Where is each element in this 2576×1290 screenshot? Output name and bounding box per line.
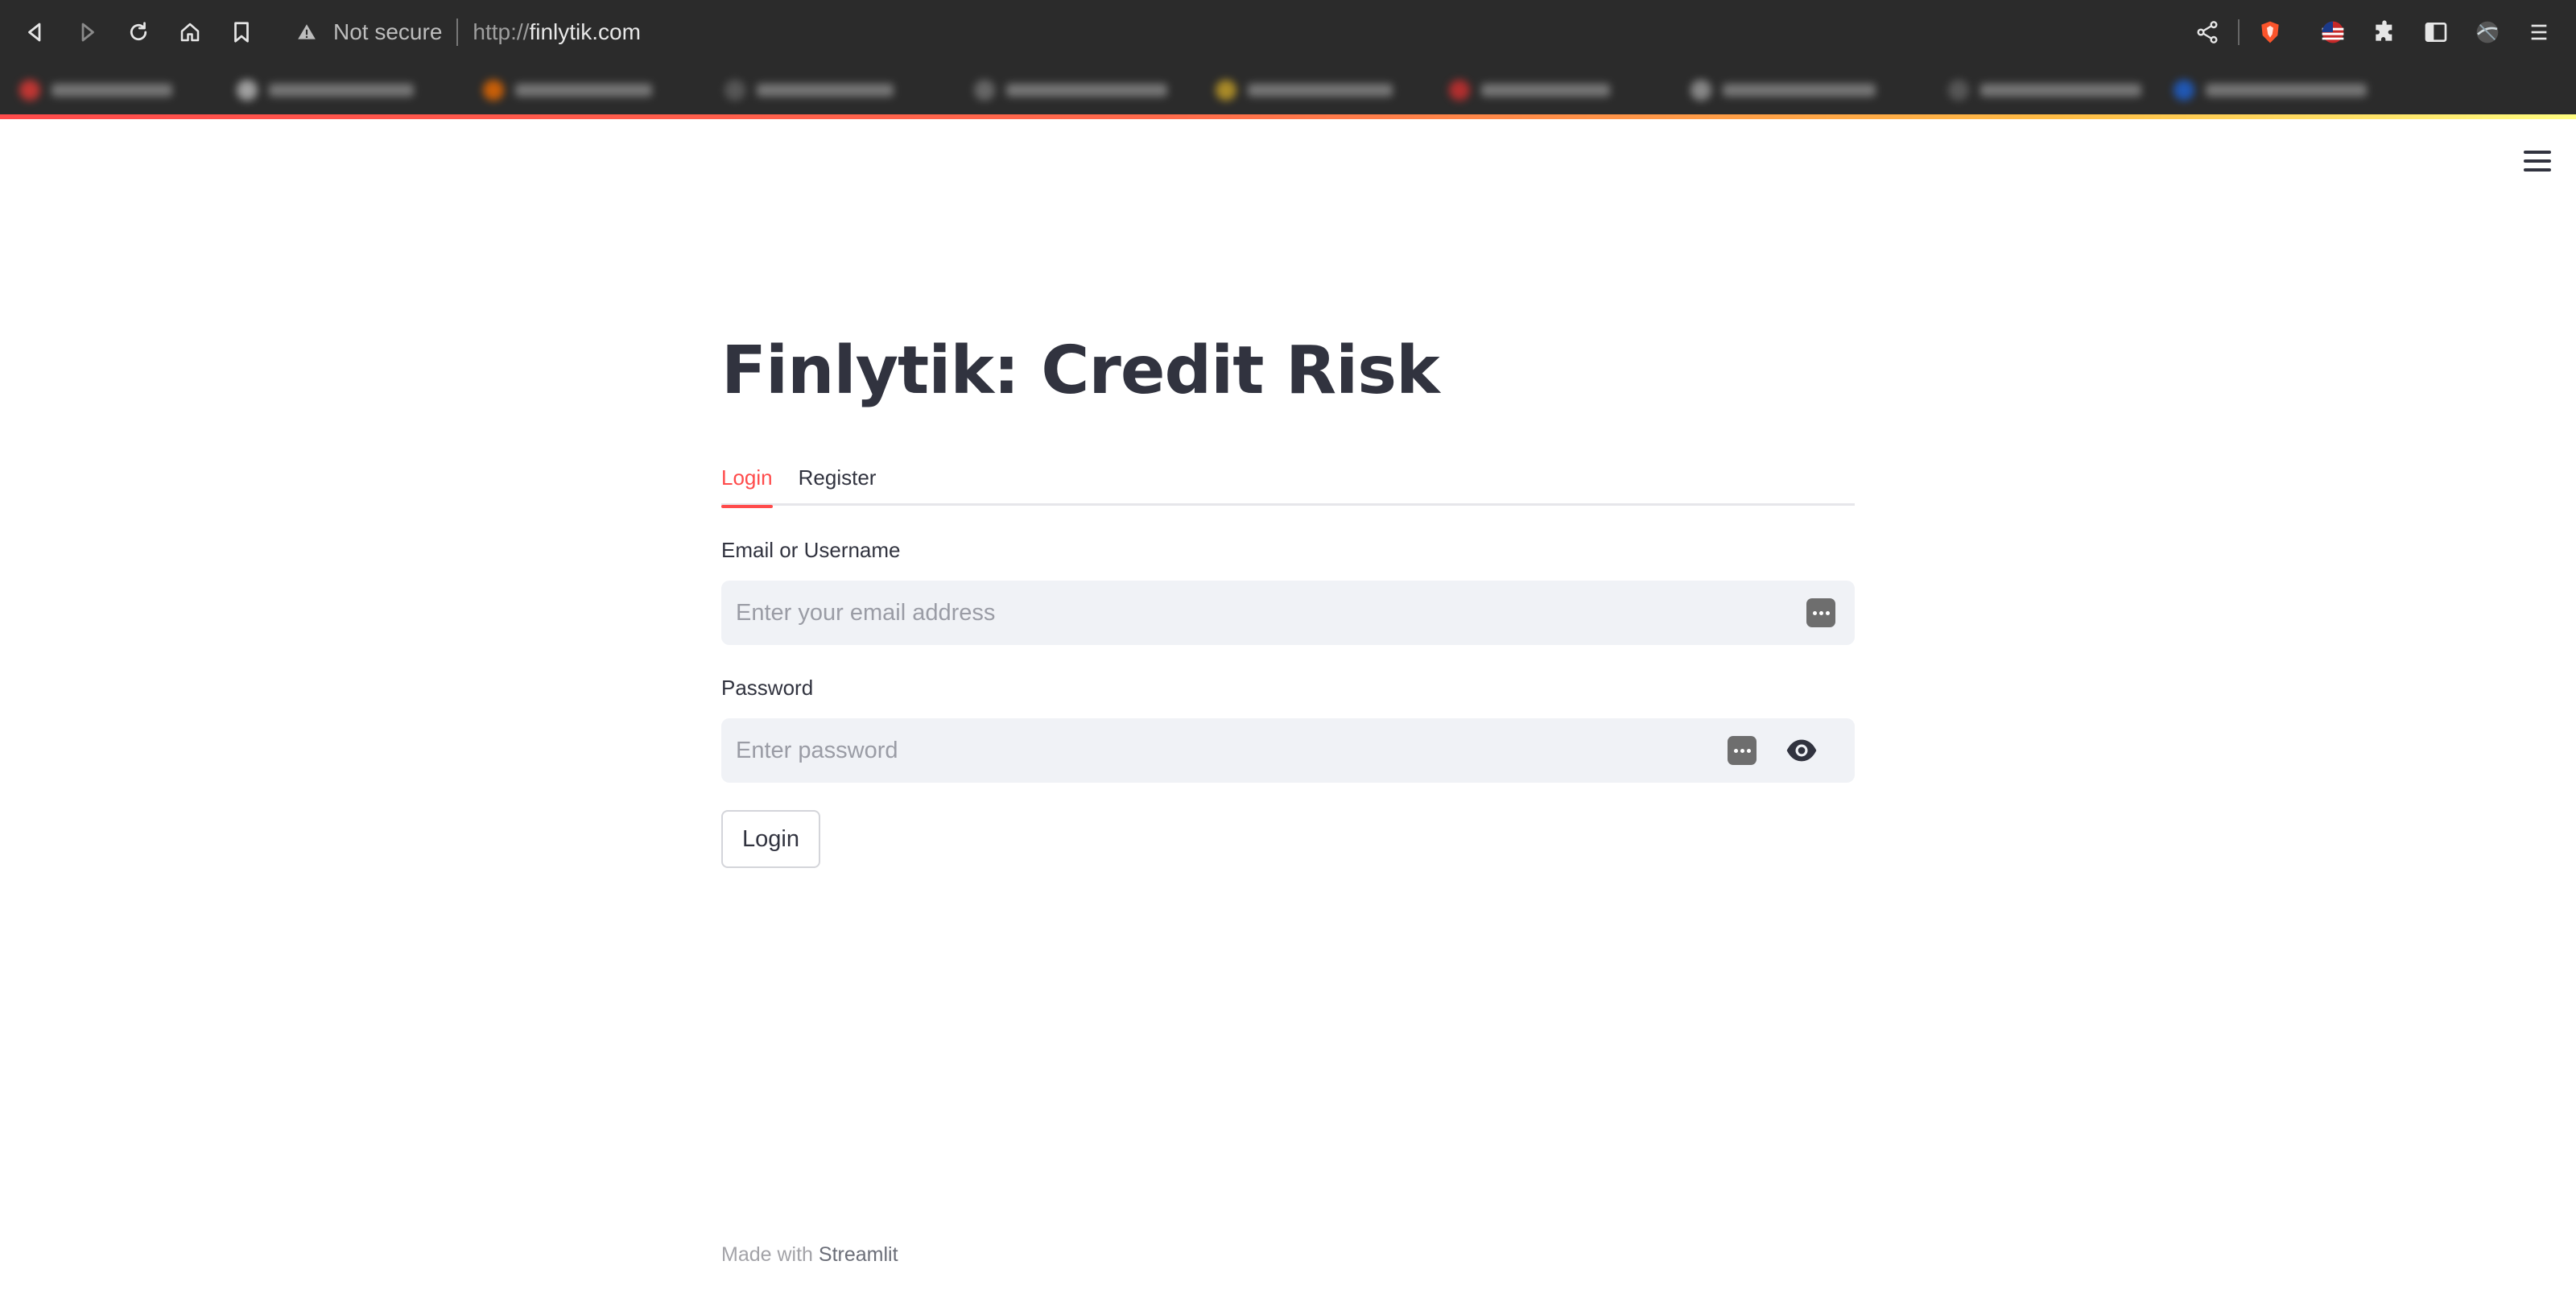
reload-icon[interactable] [118, 11, 159, 53]
bookmark-item[interactable] [1948, 79, 2141, 101]
bookmark-item[interactable] [1690, 79, 1876, 101]
browser-chrome: Not secure http://finlytik.com [0, 0, 2576, 119]
bookmark-item[interactable] [2174, 79, 2367, 101]
email-input-container [721, 581, 1855, 645]
password-label: Password [721, 676, 814, 700]
password-manager-icon[interactable] [1728, 736, 1757, 765]
bookmark-item[interactable] [483, 79, 652, 101]
share-icon[interactable] [2188, 13, 2227, 52]
bookmark-item[interactable] [724, 79, 894, 101]
profile-avatar[interactable] [2468, 13, 2507, 52]
page-title: Finlytik: Credit Risk [721, 332, 1440, 409]
forward-icon[interactable] [66, 11, 108, 53]
url-host: finlytik.com [529, 19, 641, 44]
bookmark-item[interactable] [974, 79, 1167, 101]
main-content: Finlytik: Credit Risk Login Register Ema… [721, 306, 1855, 868]
brave-shield-icon[interactable] [2251, 13, 2289, 52]
streamlit-link[interactable]: Streamlit [819, 1243, 898, 1266]
address-divider [456, 19, 459, 46]
us-flag-icon[interactable] [2314, 13, 2352, 52]
tab-login[interactable]: Login [721, 449, 773, 508]
browser-toolbar: Not secure http://finlytik.com [0, 0, 2576, 64]
email-label: Email or Username [721, 538, 901, 562]
back-icon[interactable] [14, 11, 56, 53]
warning-icon[interactable] [293, 19, 320, 46]
streamlit-decoration-bar [0, 114, 2576, 119]
url-scheme: http:// [473, 19, 530, 44]
show-password-icon[interactable] [1784, 733, 1819, 768]
app-menu-icon[interactable] [2520, 143, 2555, 179]
auth-tabs: Login Register [721, 449, 1855, 508]
url-text[interactable]: http://finlytik.com [473, 19, 641, 45]
footer-prefix: Made with [721, 1243, 813, 1266]
home-icon[interactable] [169, 11, 211, 53]
password-manager-icon[interactable] [1806, 598, 1835, 627]
bookmarks-bar [0, 64, 2576, 114]
bookmark-icon[interactable] [221, 11, 262, 53]
bookmark-item[interactable] [1216, 79, 1393, 101]
toolbar-divider [2238, 19, 2240, 45]
bookmark-item[interactable] [237, 79, 414, 101]
password-input-container [721, 718, 1855, 783]
bookmark-item[interactable] [19, 79, 172, 101]
address-bar[interactable]: Not secure http://finlytik.com [279, 5, 2259, 60]
sidebar-icon[interactable] [2417, 13, 2455, 52]
kebab-menu-icon[interactable] [2520, 13, 2558, 52]
login-button[interactable]: Login [721, 810, 820, 868]
puzzle-icon[interactable] [2365, 13, 2404, 52]
footer: Made with Streamlit [721, 1243, 898, 1267]
tab-register[interactable]: Register [799, 449, 877, 506]
password-field[interactable] [721, 718, 1855, 783]
bookmark-item[interactable] [1449, 79, 1610, 101]
email-field[interactable] [721, 581, 1855, 645]
security-label[interactable]: Not secure [333, 19, 442, 45]
